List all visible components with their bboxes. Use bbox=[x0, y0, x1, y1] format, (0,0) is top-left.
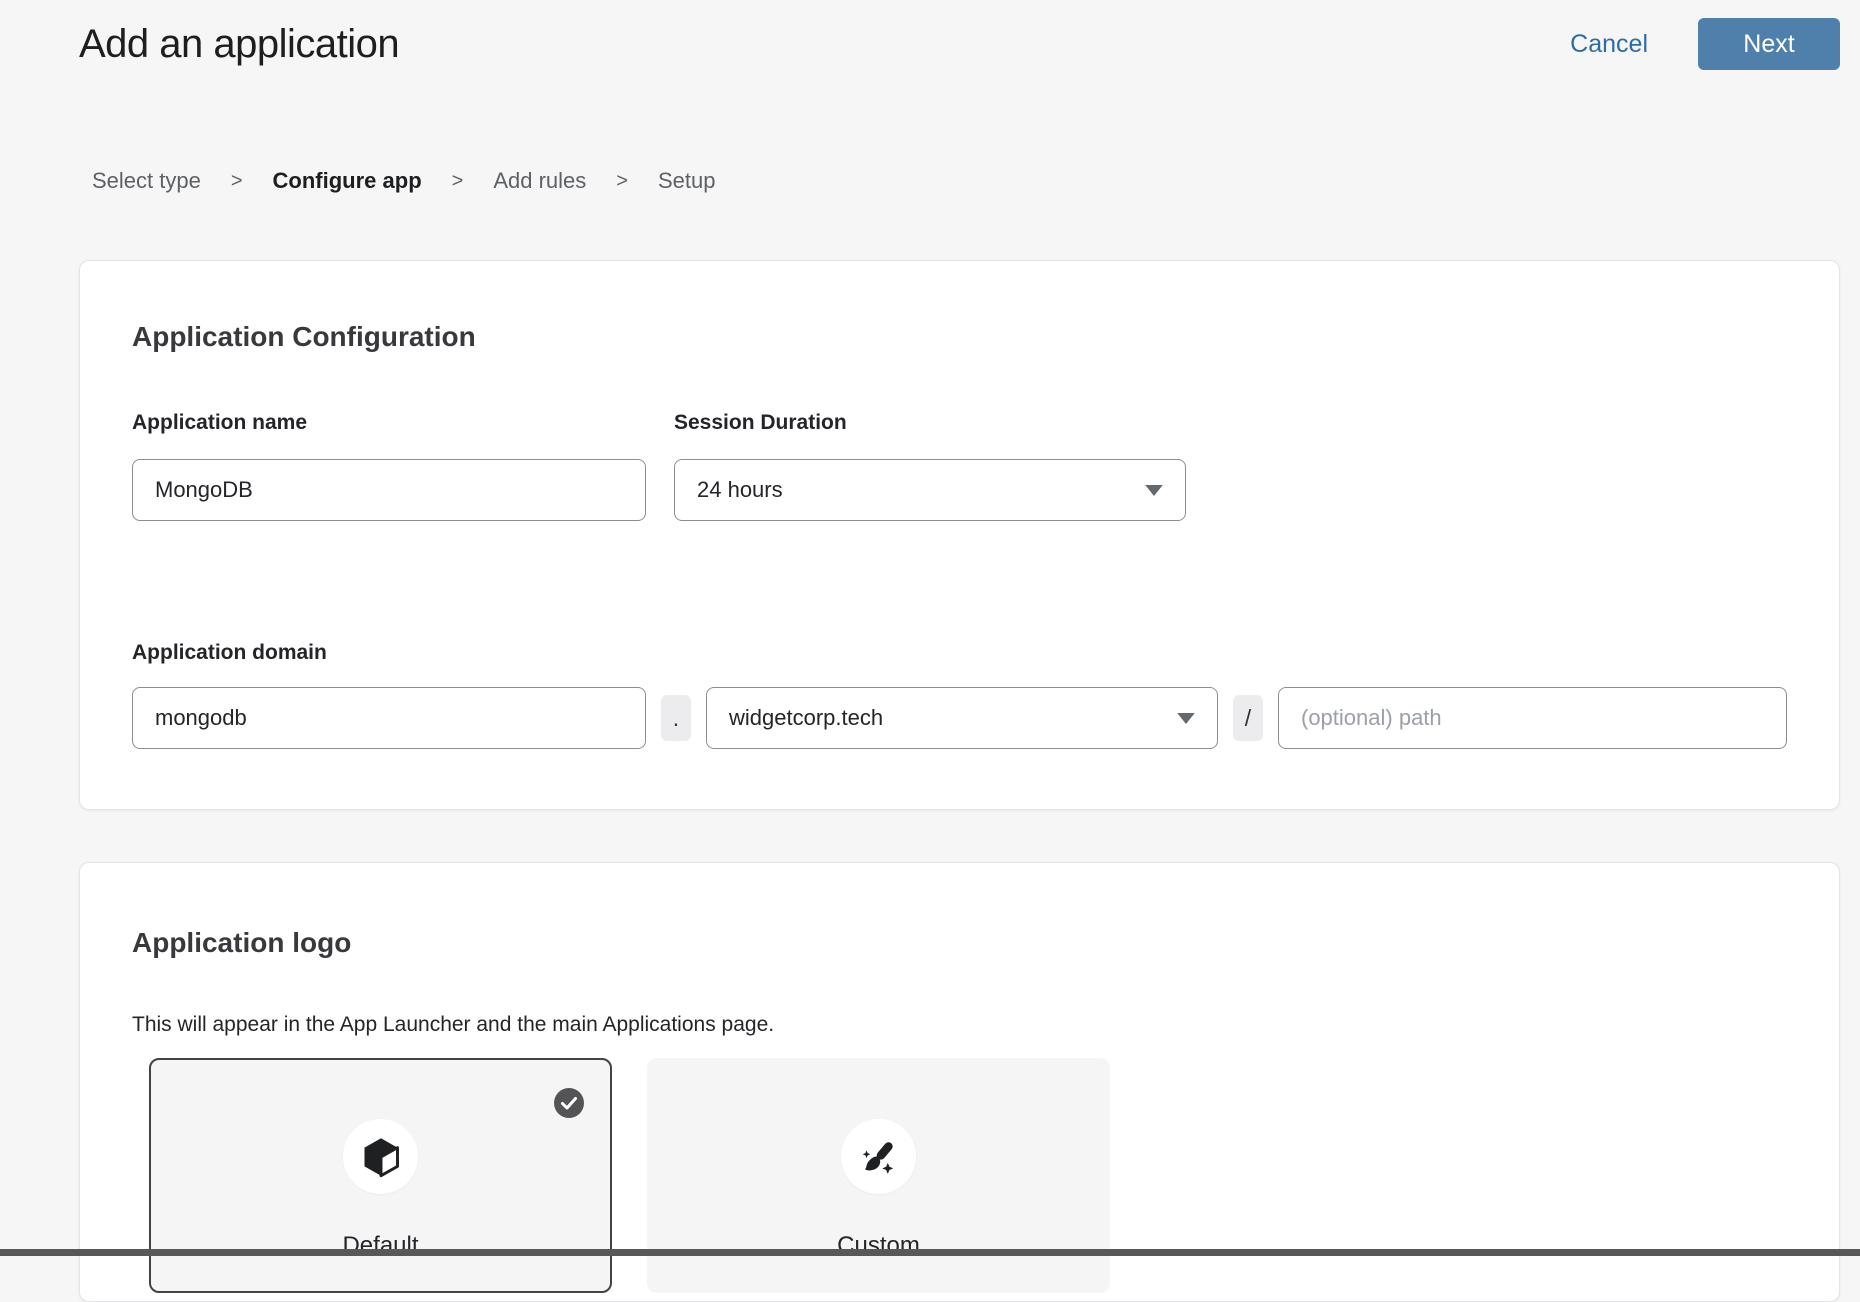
logo-heading: Application logo bbox=[132, 927, 1787, 959]
configuration-heading: Application Configuration bbox=[132, 321, 1787, 353]
step-add-rules[interactable]: Add rules bbox=[493, 168, 586, 194]
breadcrumb-separator: > bbox=[616, 170, 628, 193]
step-select-type[interactable]: Select type bbox=[92, 168, 201, 194]
application-configuration-card: Application Configuration Application na… bbox=[79, 260, 1840, 810]
application-logo-card: Application logo This will appear in the… bbox=[79, 862, 1840, 1302]
application-name-input[interactable] bbox=[132, 459, 646, 521]
step-setup[interactable]: Setup bbox=[658, 168, 716, 194]
check-icon bbox=[554, 1088, 584, 1118]
application-name-label: Application name bbox=[132, 411, 646, 435]
breadcrumb: Select type > Configure app > Add rules … bbox=[92, 168, 715, 194]
breadcrumb-separator: > bbox=[452, 170, 464, 193]
path-input[interactable] bbox=[1278, 687, 1787, 749]
subdomain-input[interactable] bbox=[132, 687, 646, 749]
session-duration-select[interactable]: 24 hours bbox=[674, 459, 1186, 521]
domain-value: widgetcorp.tech bbox=[729, 705, 883, 731]
paintbrush-icon bbox=[857, 1135, 901, 1179]
logo-option-default[interactable]: Default bbox=[149, 1058, 612, 1293]
domain-select[interactable]: widgetcorp.tech bbox=[706, 687, 1218, 749]
session-duration-label: Session Duration bbox=[674, 411, 847, 435]
slash-separator: / bbox=[1233, 695, 1263, 741]
application-domain-label: Application domain bbox=[132, 641, 1787, 665]
chevron-down-icon bbox=[1145, 485, 1163, 496]
page-title: Add an application bbox=[79, 22, 399, 67]
breadcrumb-separator: > bbox=[231, 170, 243, 193]
logo-description: This will appear in the App Launcher and… bbox=[132, 1013, 1787, 1037]
window-bottom-edge bbox=[0, 1249, 1860, 1256]
cube-icon bbox=[359, 1135, 403, 1179]
next-button[interactable]: Next bbox=[1698, 18, 1840, 70]
logo-option-custom[interactable]: Custom bbox=[647, 1058, 1110, 1293]
logo-options: Default Custom bbox=[149, 1058, 1787, 1293]
chevron-down-icon bbox=[1177, 713, 1195, 724]
custom-logo-circle bbox=[841, 1119, 916, 1194]
page-header: Add an application Cancel Next bbox=[79, 18, 1840, 70]
dot-separator: . bbox=[661, 695, 691, 741]
session-duration-value: 24 hours bbox=[697, 477, 783, 503]
default-logo-circle bbox=[343, 1119, 418, 1194]
step-configure-app[interactable]: Configure app bbox=[273, 168, 422, 194]
cancel-button[interactable]: Cancel bbox=[1570, 30, 1648, 59]
header-actions: Cancel Next bbox=[1570, 18, 1840, 70]
